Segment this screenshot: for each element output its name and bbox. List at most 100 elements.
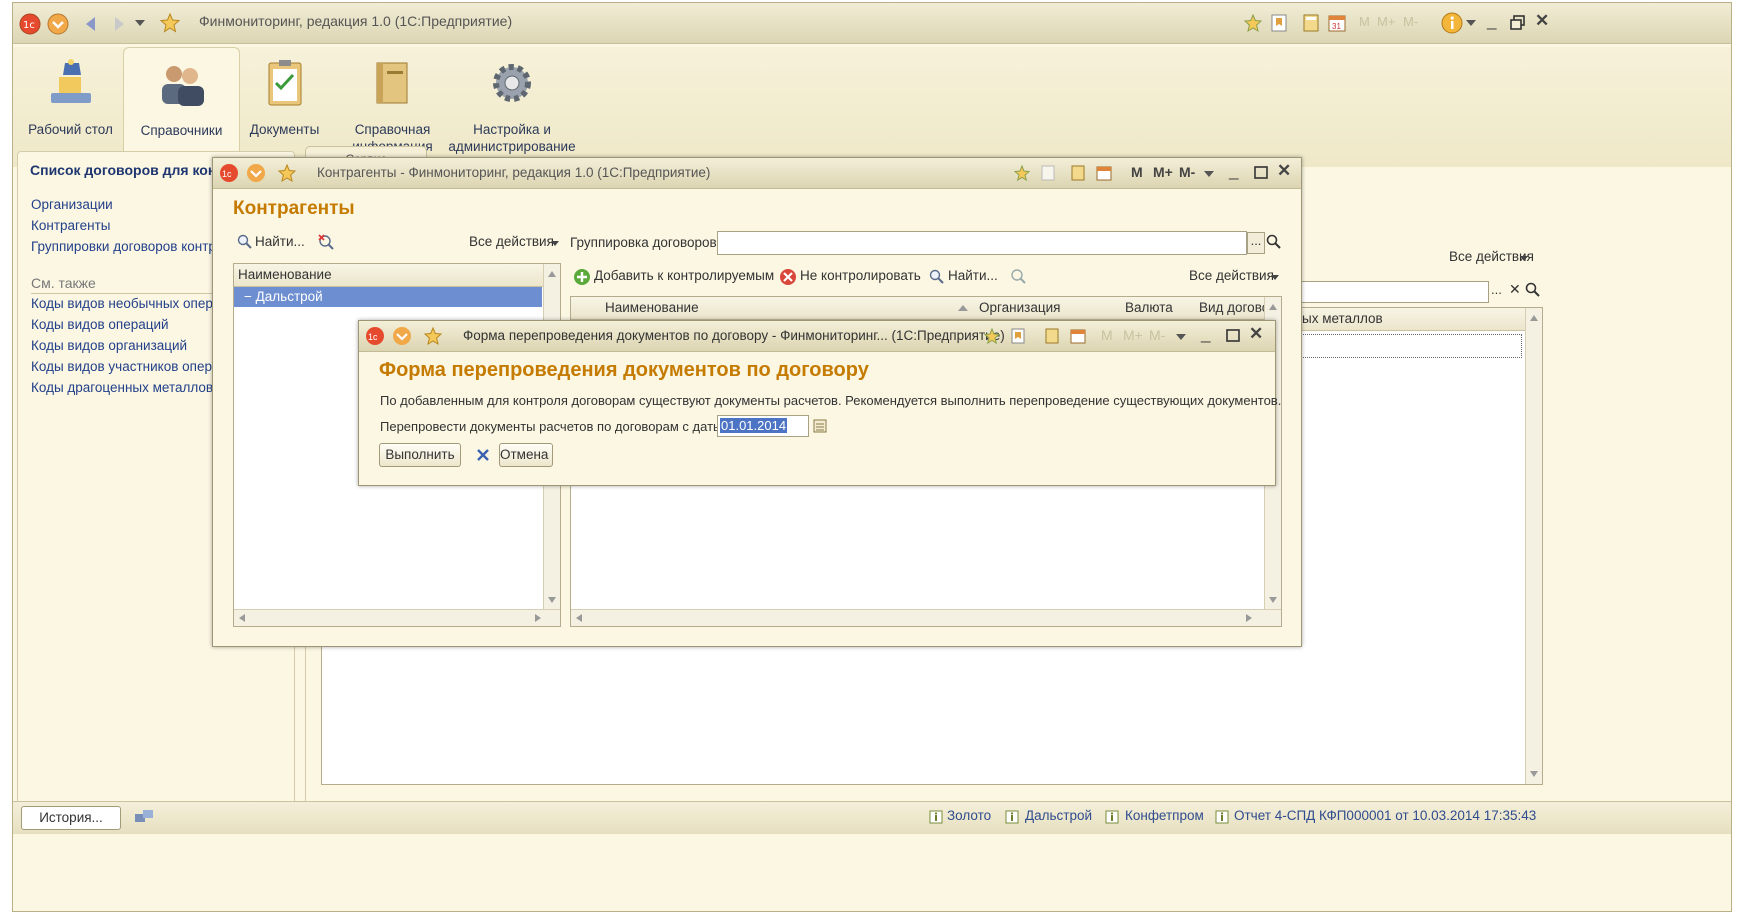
close-icon[interactable]: ✕ [1249,324,1263,344]
find-icon[interactable] [237,234,253,250]
col-name[interactable]: Наименование [605,300,699,315]
cancel-search-icon[interactable] [317,233,335,251]
calendar-icon[interactable] [1095,164,1113,182]
cancel-search-icon[interactable] [1009,267,1027,285]
status-item-konfetprom[interactable]: Конфетпром [1125,808,1204,823]
add-favorite-icon[interactable] [1013,164,1031,182]
close-icon[interactable]: ✕ [1277,161,1291,181]
memory-m-button[interactable]: M [1359,14,1370,29]
status-item-report[interactable]: Отчет 4-СПД КФП000001 от 10.03.2014 17:3… [1234,808,1536,823]
memory-plus-button[interactable]: M+ [1377,14,1395,29]
col-currency[interactable]: Валюта [1125,300,1173,315]
memory-m-button[interactable]: M [1101,327,1113,343]
col-organization[interactable]: Организация [979,300,1060,315]
memory-dropdown-icon[interactable] [1203,168,1215,180]
tree-row-selected[interactable]: − Дальстрой [234,287,542,307]
calculator-icon[interactable] [1069,164,1087,182]
nav-link-counterparties[interactable]: Контрагенты [31,218,111,233]
find-button-right[interactable]: Найти... [948,268,998,283]
nav-link-org-codes[interactable]: Коды видов организаций [31,338,187,353]
nav-link-organizations[interactable]: Организации [31,197,113,212]
bg-grid-scrollbar[interactable] [1525,308,1542,784]
status-item-gold[interactable]: Золото [947,808,991,823]
bookmark-icon[interactable] [1269,13,1289,33]
no-control-icon[interactable] [779,268,797,286]
1c-logo-icon[interactable]: 1с [19,13,41,35]
bookmark-icon[interactable] [1009,327,1027,345]
calculator-icon[interactable] [1301,13,1321,33]
grouping-input[interactable] [717,231,1247,255]
cancel-button[interactable]: Отмена [499,443,553,467]
tree-col-name[interactable]: Наименование [238,267,332,282]
section-desktop[interactable]: Рабочий стол [13,47,128,167]
window-menu-icon[interactable] [246,163,266,183]
back-icon[interactable] [81,14,101,34]
add-favorite-icon[interactable] [983,327,1001,345]
calendar-icon[interactable] [1069,327,1087,345]
history-button[interactable]: История... [21,806,121,830]
maximize-icon[interactable] [1225,328,1241,344]
calculator-icon[interactable] [1043,327,1061,345]
bg-select-button[interactable]: ... [1491,282,1502,297]
restore-icon[interactable] [1509,14,1527,32]
minimize-icon[interactable]: _ [1487,11,1496,31]
tree-scroll-right-icon[interactable] [534,613,542,623]
date-input[interactable]: 01.01.2014 [717,415,809,437]
all-actions-left[interactable]: Все действия [469,234,554,249]
nav-link-unusual-ops[interactable]: Коды видов необычных операц [31,296,228,311]
no-control-button[interactable]: Не контролировать [800,268,921,283]
date-picker-icon[interactable] [811,416,829,436]
nav-link-groupings[interactable]: Группировки договоров контра [31,239,223,254]
info-icon[interactable] [1441,12,1463,34]
add-control-button[interactable]: Добавить к контролируемым [594,268,774,283]
all-actions-right[interactable]: Все действия [1189,268,1274,283]
memory-minus-button[interactable]: M- [1149,327,1165,343]
execute-button[interactable]: Выполнить [379,443,461,467]
tree-scrollbar-h[interactable] [234,609,560,626]
tree-scroll-up-icon[interactable] [547,270,557,278]
find-button[interactable]: Найти... [255,234,305,249]
contracts-scroll-up-icon[interactable] [1268,303,1278,311]
nav-link-op-codes[interactable]: Коды видов операций [31,317,169,332]
favorites-star-icon[interactable] [277,163,297,183]
forward-icon[interactable] [109,14,129,34]
tree-scroll-down-icon[interactable] [547,596,557,604]
main-menu-icon[interactable] [47,13,69,35]
contracts-scroll-right-icon[interactable] [1245,613,1253,623]
memory-plus-button[interactable]: M+ [1153,164,1173,180]
section-admin[interactable]: Настройка и администрирование [447,47,577,167]
tree-collapse-icon[interactable]: − [234,289,252,304]
window-menu-icon[interactable] [392,326,412,346]
1c-logo-icon[interactable]: 1с [219,163,239,183]
col-contract-type[interactable]: Вид догово [1199,300,1269,315]
info-dropdown-icon[interactable] [1465,17,1477,29]
favorites-star-icon[interactable] [423,326,443,346]
add-favorite-icon[interactable] [1243,13,1263,33]
memory-dropdown-icon[interactable] [1175,331,1187,343]
memory-minus-button[interactable]: M- [1403,14,1418,29]
memory-plus-button[interactable]: M+ [1123,327,1143,343]
1c-logo-icon[interactable]: 1с [365,326,385,346]
connection-icon[interactable] [133,808,155,828]
maximize-icon[interactable] [1253,165,1269,181]
favorites-star-icon[interactable] [159,12,181,34]
bg-scroll-up-icon[interactable] [1529,314,1539,322]
bg-search-input[interactable] [1297,281,1489,303]
minimize-icon[interactable]: _ [1229,161,1238,181]
nav-link-participant-codes[interactable]: Коды видов участников операц [31,359,227,374]
add-control-icon[interactable] [573,268,591,286]
grouping-search-icon[interactable] [1265,233,1283,251]
bg-scroll-down-icon[interactable] [1529,770,1539,778]
contracts-scrollbar-h[interactable] [571,609,1281,626]
minimize-icon[interactable]: _ [1201,324,1210,344]
grouping-select-button[interactable]: ... [1247,232,1265,254]
contracts-scroll-down-icon[interactable] [1268,596,1278,604]
calendar-icon[interactable]: 31 [1327,13,1347,33]
status-item-dalstroy[interactable]: Дальстрой [1025,808,1092,823]
history-dropdown-icon[interactable] [133,16,147,30]
bookmark-icon[interactable] [1039,164,1057,182]
nav-link-metal-codes[interactable]: Коды драгоценных металлов [31,380,213,395]
tree-scroll-left-icon[interactable] [238,613,246,623]
section-catalogs[interactable]: Справочники [123,47,240,168]
memory-m-button[interactable]: M [1131,164,1143,180]
